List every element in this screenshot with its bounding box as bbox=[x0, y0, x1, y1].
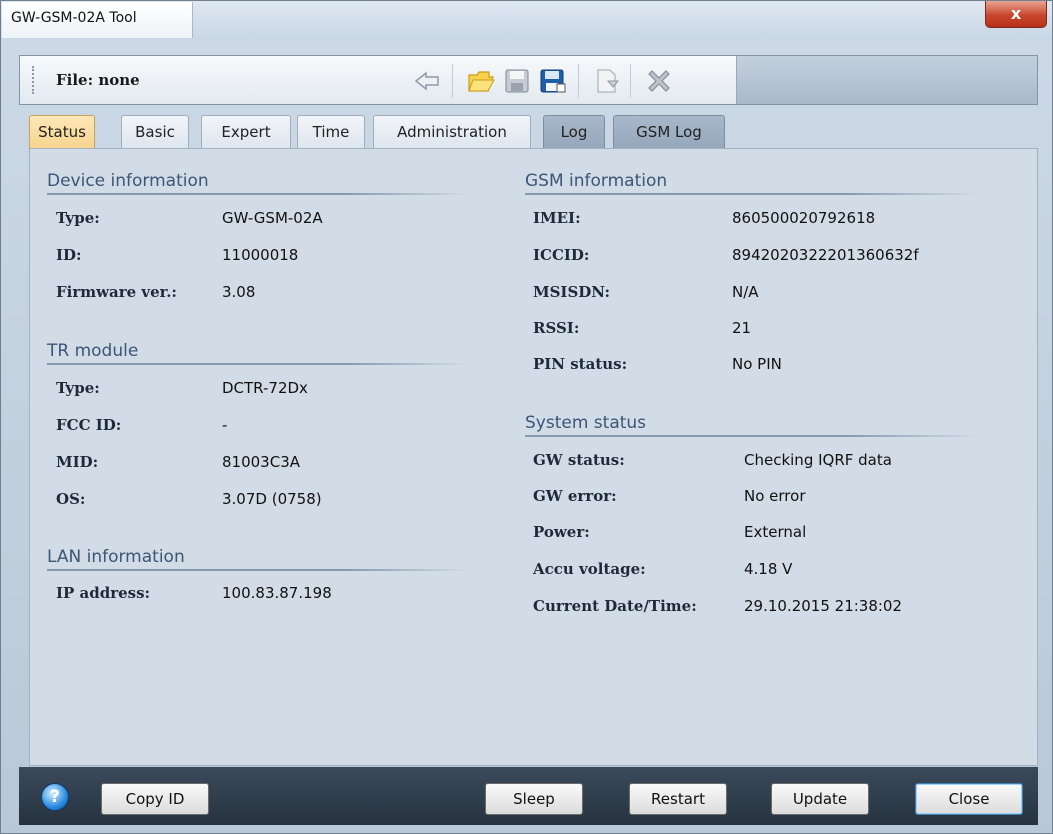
help-icon[interactable]: ? bbox=[41, 783, 69, 811]
sleep-button[interactable]: Sleep bbox=[485, 783, 583, 815]
tab-log[interactable]: Log bbox=[543, 115, 605, 149]
tr-section-title: TR module bbox=[47, 341, 139, 361]
accu-voltage-value: 4.18 V bbox=[744, 560, 793, 578]
title-bar: GW-GSM-02A Tool x bbox=[1, 1, 1052, 39]
save-icon[interactable] bbox=[502, 66, 532, 96]
system-section-divider bbox=[525, 435, 979, 437]
lan-section-divider bbox=[47, 569, 471, 571]
tab-expert[interactable]: Expert bbox=[201, 115, 291, 149]
status-panel: Device information Type: GW-GSM-02A ID: … bbox=[29, 148, 1038, 766]
export-icon[interactable] bbox=[592, 66, 622, 96]
gw-error-value: No error bbox=[744, 487, 806, 505]
tab-basic[interactable]: Basic bbox=[121, 115, 189, 149]
gsm-section-divider bbox=[525, 193, 979, 195]
tab-time[interactable]: Time bbox=[297, 115, 365, 149]
update-button[interactable]: Update bbox=[771, 783, 869, 815]
fcc-id-value: - bbox=[222, 416, 228, 434]
device-id-value: 11000018 bbox=[222, 246, 299, 264]
device-section-title: Device information bbox=[47, 171, 209, 191]
copy-id-button[interactable]: Copy ID bbox=[101, 783, 209, 815]
system-section-title: System status bbox=[525, 413, 647, 433]
tr-type-label: Type: bbox=[56, 379, 100, 397]
tr-type-value: DCTR-72Dx bbox=[222, 379, 308, 397]
close-button[interactable]: Close bbox=[915, 783, 1023, 815]
device-id-label: ID: bbox=[56, 246, 82, 264]
device-type-value: GW-GSM-02A bbox=[222, 209, 323, 227]
toolbar-grip-handle[interactable] bbox=[32, 66, 37, 94]
mid-value: 81003C3A bbox=[222, 453, 300, 471]
gw-error-label: GW error: bbox=[533, 487, 617, 505]
tr-section-divider bbox=[47, 363, 471, 365]
window-title: GW-GSM-02A Tool bbox=[11, 10, 137, 26]
power-value: External bbox=[744, 523, 807, 541]
ip-address-label: IP address: bbox=[56, 584, 151, 602]
title-tab: GW-GSM-02A Tool bbox=[2, 2, 193, 38]
open-folder-icon[interactable] bbox=[466, 66, 496, 96]
msisdn-label: MSISDN: bbox=[533, 283, 611, 301]
app-window: GW-GSM-02A Tool x File: none Status Basi… bbox=[0, 0, 1053, 834]
gw-status-label: GW status: bbox=[533, 451, 625, 469]
accu-voltage-label: Accu voltage: bbox=[533, 560, 646, 578]
window-close-button[interactable]: x bbox=[985, 1, 1047, 28]
pin-status-value: No PIN bbox=[732, 355, 782, 373]
firmware-label: Firmware ver.: bbox=[56, 283, 177, 301]
tab-gsm-log[interactable]: GSM Log bbox=[613, 115, 725, 149]
rssi-value: 21 bbox=[732, 319, 752, 337]
ip-address-value: 100.83.87.198 bbox=[222, 584, 332, 602]
os-value: 3.07D (0758) bbox=[222, 490, 322, 508]
power-label: Power: bbox=[533, 523, 590, 541]
firmware-value: 3.08 bbox=[222, 283, 256, 301]
mid-label: MID: bbox=[56, 453, 99, 471]
tab-status[interactable]: Status bbox=[29, 115, 95, 149]
gsm-section-title: GSM information bbox=[525, 171, 668, 191]
save-as-icon[interactable] bbox=[538, 66, 568, 96]
gw-status-value: Checking IQRF data bbox=[744, 451, 892, 469]
restart-button[interactable]: Restart bbox=[629, 783, 727, 815]
tab-administration[interactable]: Administration bbox=[373, 115, 531, 149]
fcc-id-label: FCC ID: bbox=[56, 416, 122, 434]
rssi-label: RSSI: bbox=[533, 319, 580, 337]
current-datetime-label: Current Date/Time: bbox=[533, 597, 697, 615]
imei-label: IMEI: bbox=[533, 209, 581, 227]
toolbar: File: none bbox=[19, 55, 1038, 105]
os-label: OS: bbox=[56, 490, 86, 508]
iccid-value: 8942020322201360632f bbox=[732, 246, 919, 264]
bottom-button-bar: ? Copy ID Sleep Restart Update Close bbox=[19, 767, 1038, 825]
back-arrow-icon[interactable] bbox=[412, 66, 442, 96]
iccid-label: ICCID: bbox=[533, 246, 590, 264]
pin-status-label: PIN status: bbox=[533, 355, 628, 373]
file-label: File: none bbox=[56, 71, 140, 89]
device-type-label: Type: bbox=[56, 209, 100, 227]
lan-section-title: LAN information bbox=[47, 547, 185, 567]
msisdn-value: N/A bbox=[732, 283, 759, 301]
imei-value: 860500020792618 bbox=[732, 209, 876, 227]
delete-icon[interactable] bbox=[644, 66, 674, 96]
toolbar-file-area: File: none bbox=[20, 56, 737, 104]
current-datetime-value: 29.10.2015 21:38:02 bbox=[744, 597, 903, 615]
device-section-divider bbox=[47, 193, 471, 195]
